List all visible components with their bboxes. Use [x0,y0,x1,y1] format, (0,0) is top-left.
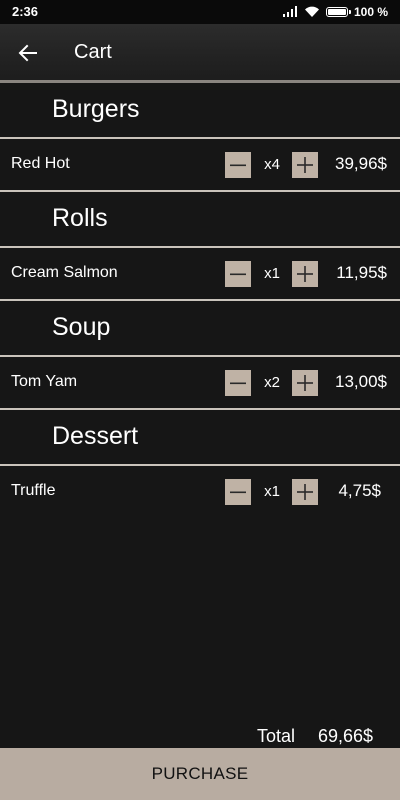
item-price: 13,00$ [335,372,387,391]
cart-item-red-hot: Red Hot x4 39,96$ [0,139,400,190]
increase-quantity-button[interactable] [292,479,318,505]
item-name: Cream Salmon [11,264,118,281]
battery-icon [325,7,351,17]
status-time: 2:36 [12,4,39,19]
item-price: 4,75$ [338,481,381,500]
minus-icon [230,273,246,276]
item-price: 39,96$ [335,154,387,173]
cart-item-cream-salmon: Cream Salmon x1 11,95$ [0,248,400,299]
minus-icon [230,382,246,385]
total-value: 69,66$ [318,726,374,746]
plus-icon [297,375,313,391]
category-title: Soup [52,313,111,341]
item-name: Tom Yam [11,373,78,390]
cart-screen: 2:36 100 % Cart Burgers Red Hot x4 39,96… [0,0,400,800]
page-title: Cart [74,41,112,63]
decrease-quantity-button[interactable] [225,479,251,505]
wifi-icon [304,6,319,18]
minus-icon [230,491,246,494]
item-quantity: x1 [264,265,280,282]
category-header-soup: Soup [0,301,400,355]
cart-list: Burgers Red Hot x4 39,96$ Rolls Cream Sa… [0,83,400,517]
plus-icon [297,266,313,282]
plus-icon [297,484,313,500]
app-bar: Cart [0,24,400,82]
item-name: Truffle [11,482,56,499]
category-title: Rolls [52,204,108,232]
plus-icon [297,157,313,173]
item-price: 11,95$ [336,263,387,282]
battery-text: 100 % [353,5,388,19]
back-button[interactable] [12,37,44,69]
decrease-quantity-button[interactable] [225,370,251,396]
cart-item-truffle: Truffle x1 4,75$ [0,466,400,517]
purchase-button[interactable]: PURCHASE [0,748,400,800]
category-header-dessert: Dessert [0,410,400,464]
item-name: Red Hot [11,155,70,172]
increase-quantity-button[interactable] [292,261,318,287]
decrease-quantity-button[interactable] [225,152,251,178]
increase-quantity-button[interactable] [292,370,318,396]
total-label: Total [257,726,296,746]
item-quantity: x4 [264,156,280,173]
item-quantity: x1 [264,483,280,500]
signal-icon [282,6,297,17]
category-header-rolls: Rolls [0,192,400,246]
category-title: Burgers [52,95,140,123]
category-title: Dessert [52,422,139,450]
cart-item-tom-yam: Tom Yam x2 13,00$ [0,357,400,408]
category-header-burgers: Burgers [0,83,400,137]
arrow-left-icon [18,44,37,62]
decrease-quantity-button[interactable] [225,261,251,287]
minus-icon [230,164,246,167]
status-icons: 100 % [282,4,388,20]
status-bar: 2:36 100 % [0,0,400,24]
increase-quantity-button[interactable] [292,152,318,178]
item-quantity: x2 [264,374,280,391]
